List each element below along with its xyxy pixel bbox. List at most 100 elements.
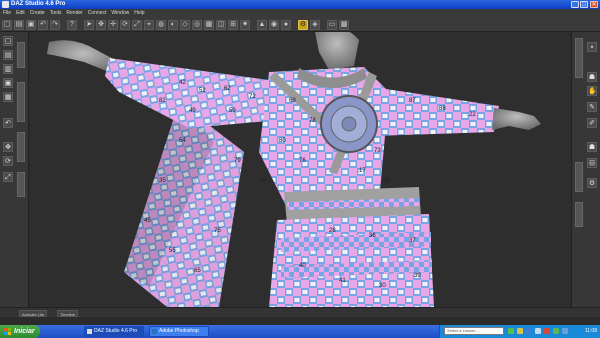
uv-number: 73: [374, 148, 381, 154]
camera-icon[interactable]: ◉: [269, 19, 279, 30]
uv-number: 45: [144, 218, 151, 224]
right-panel: ▪ ☗ ✋ ✎ ✐ ☗ ⊟ ⚙: [571, 32, 600, 317]
uv-number: 78: [309, 118, 316, 124]
uv-number: 76: [299, 158, 306, 164]
tab-content-library[interactable]: [17, 82, 25, 122]
pin-icon[interactable]: ▪: [587, 42, 597, 52]
shader-mixer-icon[interactable]: ◫: [216, 19, 226, 30]
save-as-icon[interactable]: ▦: [3, 92, 13, 102]
open-icon[interactable]: ▤: [14, 19, 24, 30]
menu-help[interactable]: Help: [134, 9, 144, 17]
menu-render[interactable]: Render: [66, 9, 82, 17]
save-icon[interactable]: ▣: [3, 78, 13, 88]
maximize-button[interactable]: □: [580, 1, 588, 8]
tray-monitor-icon[interactable]: [562, 328, 568, 334]
start-label: Iniciar: [14, 328, 35, 335]
clock: 11:08: [584, 328, 597, 334]
uv-number: 80: [279, 138, 286, 144]
close-button[interactable]: ✕: [590, 1, 598, 8]
uv-number: 17: [359, 168, 366, 174]
surface-selection-icon[interactable]: ◐: [168, 19, 178, 30]
brush-icon[interactable]: ✎: [587, 102, 597, 112]
undo-icon[interactable]: ↶: [3, 118, 13, 128]
tab-scene[interactable]: [17, 132, 25, 162]
task-photoshop[interactable]: Adobe Photoshop: [149, 326, 209, 337]
title-bar: DAZ Studio 4.6 Pro _ □ ✕: [0, 0, 600, 9]
menu-tools[interactable]: Tools: [50, 9, 62, 17]
measure-tool-icon[interactable]: ⊞: [228, 19, 238, 30]
uv-number: 49: [189, 108, 196, 114]
menu-window[interactable]: Window: [111, 9, 129, 17]
tab-lights[interactable]: [575, 202, 583, 227]
system-tray: Select a Lesson... 11:08: [439, 325, 600, 338]
uv-number: 88: [439, 106, 446, 112]
spot-render-icon[interactable]: ◎: [192, 19, 202, 30]
open-icon[interactable]: ▤: [3, 50, 13, 60]
menu-edit[interactable]: Edit: [16, 9, 25, 17]
start-button[interactable]: Iniciar: [0, 325, 40, 338]
screenshot-icon[interactable]: ▭: [327, 19, 337, 30]
tray-shield-icon[interactable]: [517, 328, 523, 334]
3d-viewport[interactable]: 42 52 62 72 82 49 59 69 78 80 76 73 17 34 54 35 45 55 65 75…: [29, 32, 571, 307]
light-tool-icon[interactable]: ✷: [240, 19, 250, 30]
primitive-icon[interactable]: ●: [281, 19, 291, 30]
task-daz-studio[interactable]: DAZ Studio 4.6 Pro: [84, 326, 144, 337]
pointer-tool-icon[interactable]: ➤: [84, 19, 94, 30]
uv-number: 65: [194, 268, 201, 274]
pencil-icon[interactable]: ✐: [587, 118, 597, 128]
app-icon: [2, 1, 9, 8]
lesson-select[interactable]: Select a Lesson...: [444, 327, 504, 335]
merge-icon[interactable]: ▥: [3, 64, 13, 74]
tray-volume-icon[interactable]: [535, 328, 541, 334]
scene-render: 42 52 62 72 82 49 59 69 78 80 76 73 17 34 54 35 45 55 65 75…: [47, 32, 541, 307]
figure-icon[interactable]: ☗: [587, 72, 597, 82]
pose-icon[interactable]: ✋: [587, 86, 597, 96]
tab-smart-content[interactable]: [17, 42, 25, 68]
figure-setup-icon[interactable]: ☗: [587, 142, 597, 152]
settings-icon[interactable]: ⚙: [587, 178, 597, 188]
menu-file[interactable]: File: [3, 9, 11, 17]
image-icon[interactable]: ▩: [339, 19, 349, 30]
scale-icon[interactable]: ⤢: [3, 172, 13, 182]
daz-icon: [87, 329, 92, 334]
rotate-icon[interactable]: ⟳: [3, 156, 13, 166]
geometry-editor-icon[interactable]: ◇: [180, 19, 190, 30]
tray-update-icon[interactable]: [526, 328, 532, 334]
uv-number: 40: [299, 263, 306, 269]
tray-alert-icon[interactable]: [544, 328, 550, 334]
save-icon[interactable]: ▣: [26, 19, 36, 30]
uv-number: 52: [199, 88, 206, 94]
uv-number: 78: [259, 178, 266, 184]
hierarchy-icon[interactable]: ⊟: [587, 158, 597, 168]
tab-surfaces[interactable]: [575, 162, 583, 192]
region-navigator-icon[interactable]: ▦: [204, 19, 214, 30]
rotate-tool-icon[interactable]: ⟳: [120, 19, 130, 30]
menu-connect[interactable]: Connect: [88, 9, 107, 17]
scale-tool-icon[interactable]: ⤢: [132, 19, 142, 30]
tab-timeline[interactable]: Timeline: [57, 310, 78, 317]
uv-number: 36: [369, 233, 376, 239]
undo-icon[interactable]: ↶: [38, 19, 48, 30]
render-icon[interactable]: ◈: [310, 19, 320, 30]
render-settings-icon[interactable]: ⚙: [298, 19, 308, 30]
uv-number: 22: [469, 112, 476, 118]
tray-network-icon[interactable]: [508, 328, 514, 334]
redo-icon[interactable]: ↷: [50, 19, 60, 30]
minimize-button[interactable]: _: [571, 1, 579, 8]
universal-tool-icon[interactable]: ✥: [96, 19, 106, 30]
tab-tool-settings[interactable]: [17, 172, 25, 197]
new-scene-icon[interactable]: ▢: [2, 19, 12, 30]
uv-number: 79: [234, 158, 241, 164]
node-weight-icon[interactable]: ◍: [156, 19, 166, 30]
node-icon[interactable]: ▲: [257, 19, 267, 30]
joint-editor-icon[interactable]: ⌖: [144, 19, 154, 30]
tab-animate-lite[interactable]: Animate Lite: [19, 310, 48, 317]
translate-tool-icon[interactable]: ✛: [108, 19, 118, 30]
uv-number: 34: [384, 178, 391, 184]
menu-create[interactable]: Create: [30, 9, 45, 17]
new-icon[interactable]: ▢: [3, 36, 13, 46]
tab-parameters[interactable]: [575, 38, 583, 78]
tray-app-icon[interactable]: [553, 328, 559, 334]
move-icon[interactable]: ✥: [3, 142, 13, 152]
help-icon[interactable]: ?: [67, 19, 77, 30]
